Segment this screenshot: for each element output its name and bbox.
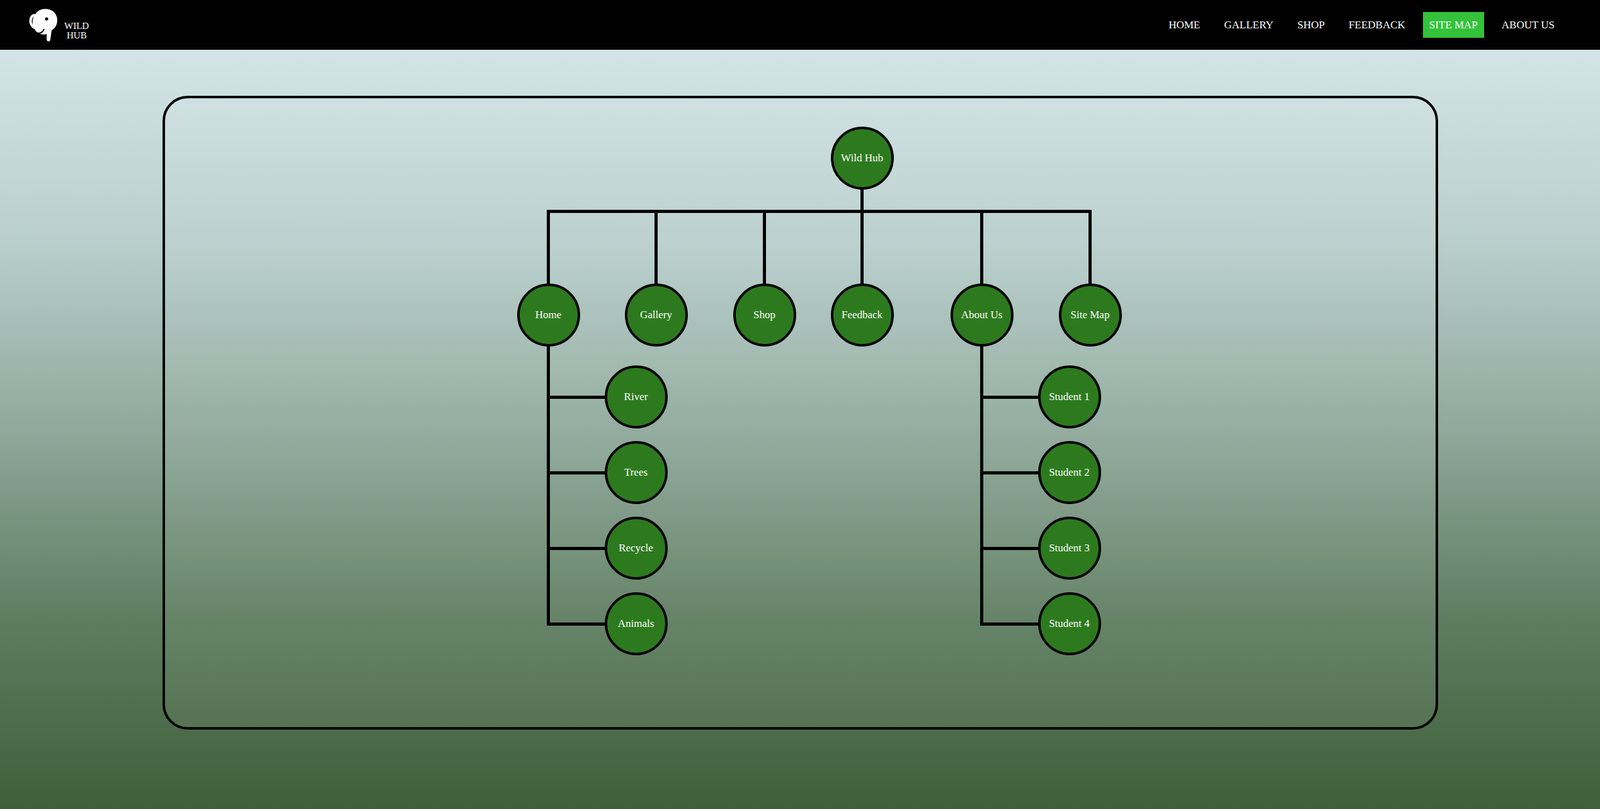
top-nav: WILDHUB HOME GALLERY SHOP FEEDBACK SITE MAP A… xyxy=(0,0,1600,50)
logo[interactable]: WILDHUB xyxy=(27,6,89,45)
connector-line xyxy=(548,395,606,399)
connector-line xyxy=(546,211,550,285)
connector-line xyxy=(982,395,1040,399)
connector-line xyxy=(654,211,658,285)
node-label: Student 1 xyxy=(1048,389,1090,404)
node-label: River xyxy=(624,389,649,404)
nav-link[interactable]: ABOUT US xyxy=(1495,11,1561,39)
connector-line xyxy=(546,209,1092,213)
sitemap-node[interactable]: River xyxy=(604,365,668,429)
connector-line xyxy=(1088,211,1092,285)
sitemap-node[interactable]: Student 3 xyxy=(1038,516,1102,580)
sitemap-node[interactable]: Animals xyxy=(604,592,668,656)
sitemap-node[interactable]: Student 1 xyxy=(1038,365,1102,429)
nav-link[interactable]: HOME xyxy=(1162,11,1207,39)
node-label: Shop xyxy=(753,308,776,322)
sitemap-node[interactable]: Site Map xyxy=(1058,283,1122,347)
sitemap-node[interactable]: Feedback xyxy=(830,283,894,347)
node-label: Feedback xyxy=(841,308,883,322)
sitemap-node[interactable]: Shop xyxy=(733,283,797,347)
node-label: Wild Hub xyxy=(840,151,884,165)
connector-line xyxy=(982,471,1040,475)
connector-line xyxy=(980,211,984,285)
node-label: Home xyxy=(535,308,562,322)
node-label: About Us xyxy=(961,308,1003,322)
connector-line xyxy=(982,622,1040,626)
node-label: Recycle xyxy=(618,541,654,555)
elephant-icon xyxy=(27,6,63,45)
connector-line xyxy=(548,622,606,626)
node-label: Animals xyxy=(617,616,655,630)
nav-link[interactable]: SHOP xyxy=(1291,11,1332,39)
sitemap-node[interactable]: Wild Hub xyxy=(830,126,894,190)
sitemap-node[interactable]: Gallery xyxy=(624,283,688,347)
sitemap-panel: Wild Hub Home River Trees Recycle Animals Gall… xyxy=(162,95,1439,730)
node-label: Student 3 xyxy=(1048,541,1090,555)
connector-line xyxy=(982,546,1040,550)
connector-line xyxy=(762,211,766,285)
sitemap-node[interactable]: Student 4 xyxy=(1038,592,1102,656)
logo-text: WILD xyxy=(64,21,89,31)
connector-line xyxy=(546,345,550,626)
connector-line xyxy=(860,211,864,285)
nav-link[interactable]: FEEDBACK xyxy=(1342,11,1412,39)
node-label: Student 2 xyxy=(1048,465,1090,479)
nav-link[interactable]: GALLERY xyxy=(1217,11,1280,39)
connector-line xyxy=(548,546,606,550)
sitemap-node[interactable]: Student 2 xyxy=(1038,440,1102,504)
node-label: Student 4 xyxy=(1048,616,1090,630)
connector-line xyxy=(548,471,606,475)
sitemap-node[interactable]: About Us xyxy=(950,283,1014,347)
node-label: Gallery xyxy=(640,308,673,322)
node-label: Trees xyxy=(624,465,648,479)
connector-line xyxy=(860,188,864,213)
sitemap-node[interactable]: Recycle xyxy=(604,516,668,580)
page-background: Wild Hub Home River Trees Recycle Animals Gall… xyxy=(0,49,1600,809)
sitemap-node[interactable]: Home xyxy=(517,283,581,347)
nav-link[interactable]: SITE MAP xyxy=(1422,11,1485,39)
sitemap-node[interactable]: Trees xyxy=(604,440,668,504)
connector-line xyxy=(980,345,984,626)
logo-text: HUB xyxy=(64,30,89,41)
node-label: Site Map xyxy=(1070,308,1110,322)
